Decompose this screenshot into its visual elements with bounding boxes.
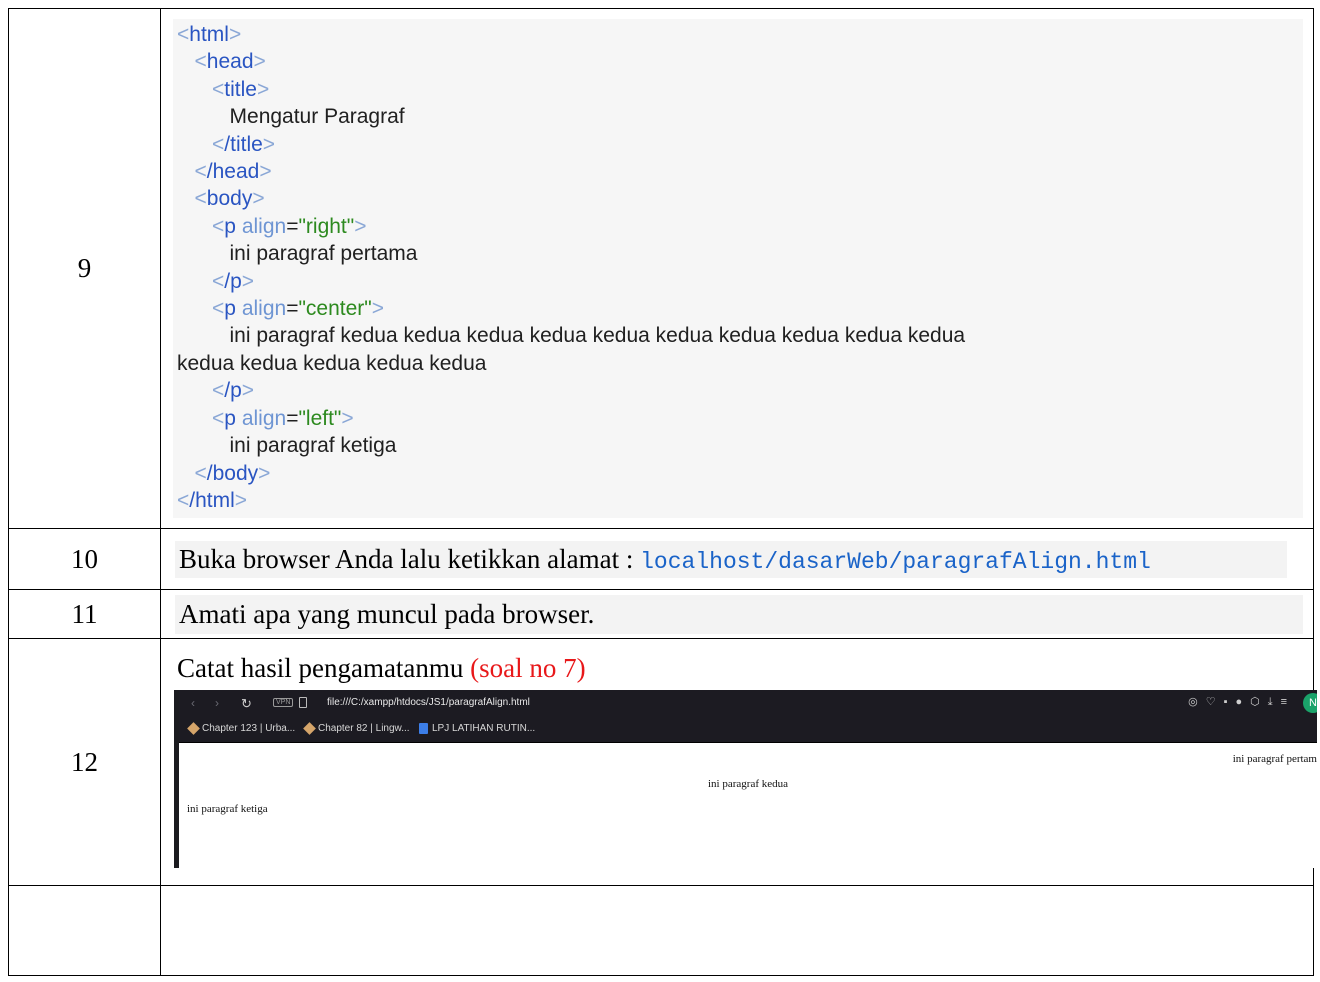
code-token: /p (224, 269, 242, 293)
code-token: html (189, 23, 229, 46)
code-attr: align (241, 297, 287, 321)
avatar: N (1303, 693, 1317, 714)
code-token: /p (224, 379, 242, 403)
back-icon: ‹ (191, 696, 195, 711)
code-value: "right" (298, 214, 355, 238)
table-row: 12 Catat hasil pengamatanmu (soal no 7) … (8, 638, 1317, 887)
instruction-label: Buka browser Anda lalu ketikkan alamat : (179, 543, 641, 574)
table-row: 11 Amati apa yang muncul pada browser. (8, 589, 1314, 640)
step-number: 11 (8, 589, 161, 640)
code-text: kedua kedua kedua kedua kedua (177, 351, 487, 375)
bookmark-label: Chapter 123 | Urba... (202, 723, 296, 735)
code-token: body (206, 187, 253, 211)
code-value: "center" (298, 297, 372, 321)
table-row: 10 Buka browser Anda lalu ketikkan alama… (8, 528, 1314, 591)
code-text: ini paragraf ketiga (229, 434, 397, 458)
step-content: Buka browser Anda lalu ketikkan alamat :… (160, 528, 1314, 591)
step-content: Catat hasil pengamatanmu (soal no 7) ‹ ›… (160, 638, 1317, 887)
code-token: p (224, 297, 236, 321)
code-text: ini paragraf kedua kedua kedua kedua ked… (229, 324, 966, 348)
step-number (8, 885, 161, 977)
browser-toolbar: ‹ › ↻ VPN file:///C:/xampp/htdocs/JS1/pa… (179, 690, 1317, 717)
step-content: Amati apa yang muncul pada browser. (160, 589, 1314, 640)
code-token: /body (206, 461, 259, 485)
bookmark-icon (303, 722, 316, 736)
step-number: 9 (8, 7, 161, 530)
document-icon (419, 723, 428, 735)
browser-screenshot: ‹ › ↻ VPN file:///C:/xampp/htdocs/JS1/pa… (174, 690, 1317, 869)
rendered-page: ini paragraf pertam ini paragraf kedua i… (179, 743, 1317, 868)
code-token: title (224, 77, 257, 101)
bookmark-icon (187, 722, 200, 736)
address-link[interactable]: localhost/dasarWeb/paragrafAlign.html (640, 549, 1151, 575)
table-row: 9 <html> <head> <title> Mengatur Paragra… (8, 7, 1314, 530)
bookmarks-bar: Chapter 123 | Urba... Chapter 82 | Lingw… (179, 716, 1317, 744)
question-reference: (soal no 7) (470, 653, 586, 684)
paragraph-right: ini paragraf pertam (1232, 753, 1317, 766)
code-token: /html (189, 488, 235, 512)
vpn-badge: VPN (273, 698, 294, 708)
bookmark-label: LPJ LATIHAN RUTIN... (432, 723, 536, 735)
bookmark-item: LPJ LATIHAN RUTIN... (419, 723, 536, 735)
instruction-label: Catat hasil pengamatanmu (177, 653, 471, 684)
code-attr: align (241, 214, 287, 238)
code-text: ini paragraf pertama (229, 242, 418, 266)
code-token: head (206, 50, 254, 74)
code-token: p (224, 406, 236, 430)
reload-icon: ↻ (241, 696, 252, 712)
bookmark-item: Chapter 123 | Urba... (187, 722, 296, 736)
code-token: /title (224, 132, 263, 156)
paragraph-center: ini paragraf kedua (707, 778, 788, 791)
code-block: <html> <head> <title> Mengatur Paragraf … (173, 19, 1303, 519)
code-text: Mengatur Paragraf (229, 105, 405, 129)
toolbar-icons: ◎♡▪●⬡⤓≡ (1188, 696, 1295, 709)
paragraph-left: ini paragraf ketiga (187, 803, 268, 816)
step-number: 12 (8, 638, 161, 887)
instruction-text: Buka browser Anda lalu ketikkan alamat :… (175, 540, 1287, 578)
code-value: "left" (298, 406, 342, 430)
forward-icon: › (215, 696, 219, 711)
bookmark-label: Chapter 82 | Lingw... (318, 723, 410, 735)
step-content (160, 885, 1314, 977)
code-attr: align (241, 406, 287, 430)
step-content: <html> <head> <title> Mengatur Paragraf … (160, 7, 1314, 530)
table-row (8, 885, 1314, 977)
code-token: p (224, 214, 236, 238)
bookmark-item: Chapter 82 | Lingw... (303, 722, 410, 736)
address-bar: file:///C:/xampp/htdocs/JS1/paragrafAlig… (327, 697, 530, 709)
step-number: 10 (8, 528, 161, 591)
procedure-table: 9 <html> <head> <title> Mengatur Paragra… (8, 7, 1317, 977)
instruction-text: Amati apa yang muncul pada browser. (175, 594, 1303, 634)
page-icon (299, 697, 307, 709)
instruction-text: Catat hasil pengamatanmu (soal no 7) (177, 653, 1313, 684)
code-token: /head (206, 160, 260, 184)
